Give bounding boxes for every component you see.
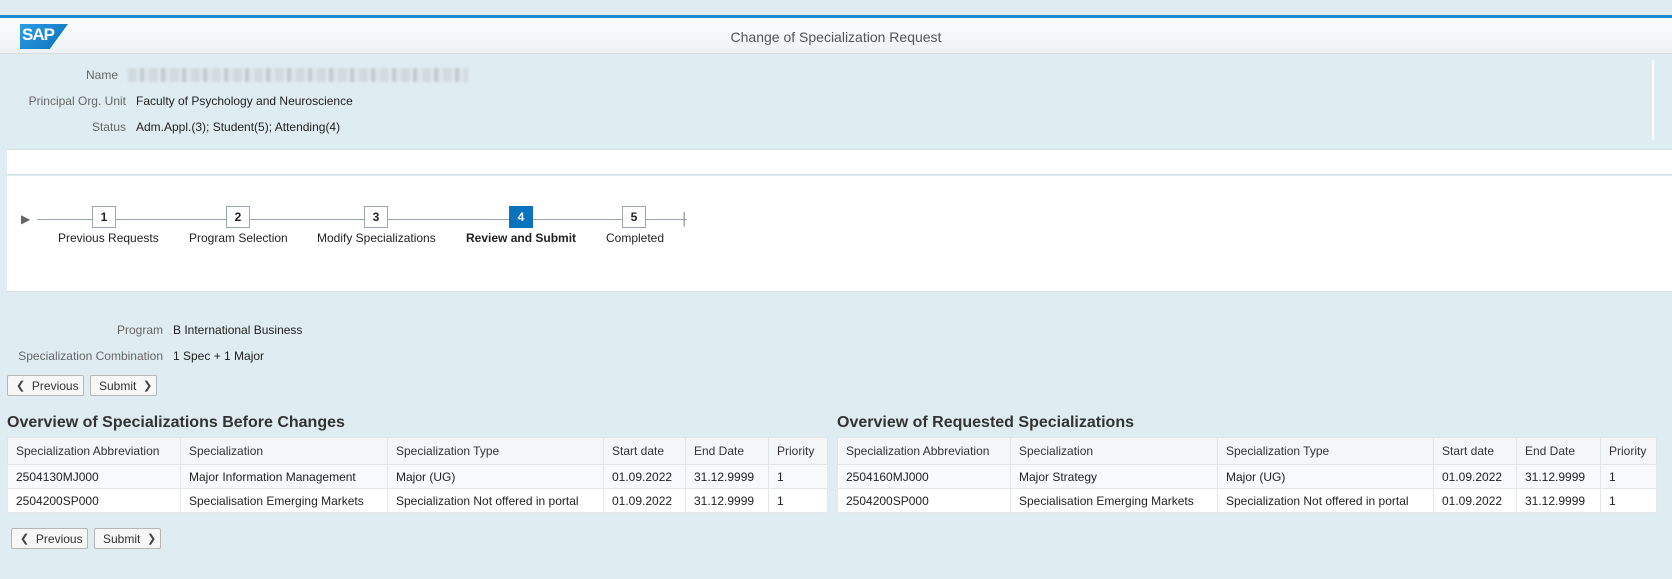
- column-header-specialization[interactable]: Specialization: [1010, 437, 1218, 465]
- spacer-strip: [7, 149, 1672, 175]
- submit-button-bottom[interactable]: Submit ❯: [94, 528, 161, 549]
- roadmap-start-icon: ▶: [21, 212, 31, 226]
- column-header-type[interactable]: Specialization Type: [1217, 437, 1434, 465]
- cell-end-date: 31.12.9999: [685, 488, 769, 513]
- combination-row: Specialization Combination 1 Spec + 1 Ma…: [0, 346, 264, 366]
- cell-start-date: 01.09.2022: [603, 488, 686, 513]
- chevron-left-icon: ❮: [20, 533, 30, 545]
- cell-end-date: 31.12.9999: [1516, 488, 1601, 513]
- roadmap-end-icon: │: [681, 212, 689, 226]
- status-value: Adm.Appl.(3); Student(5); Attending(4): [136, 120, 341, 134]
- cell-specialization: Specialisation Emerging Markets: [1010, 488, 1218, 513]
- page-title: Change of Specialization Request: [730, 29, 942, 45]
- cell-type: Specialization Not offered in portal: [1217, 488, 1434, 513]
- combination-value: 1 Spec + 1 Major: [173, 349, 265, 363]
- cell-type: Specialization Not offered in portal: [387, 488, 604, 513]
- name-label: Name: [85, 68, 118, 82]
- column-header-type[interactable]: Specialization Type: [387, 437, 604, 465]
- column-header-specialization[interactable]: Specialization: [180, 437, 388, 465]
- column-header-priority[interactable]: Priority: [1600, 437, 1657, 465]
- roadmap-step-4-label[interactable]: Review and Submit: [466, 231, 576, 245]
- requested-specializations-title: Overview of Requested Specializations: [837, 414, 1134, 431]
- cell-end-date: 31.12.9999: [1516, 464, 1601, 489]
- roadmap-step-1-label[interactable]: Previous Requests: [58, 231, 159, 245]
- column-header-start-date[interactable]: Start date: [1433, 437, 1517, 465]
- chevron-left-icon: ❮: [16, 380, 26, 392]
- requested-specializations-table: Specialization Abbreviation Specializati…: [837, 437, 1657, 513]
- name-row: Name: [0, 65, 468, 85]
- previous-button-label: Previous: [35, 531, 83, 546]
- cell-specialization: Major Information Management: [180, 464, 388, 489]
- chevron-right-icon: ❯: [143, 380, 153, 392]
- cell-priority: 1: [1600, 464, 1657, 489]
- app-header: SAP Change of Specialization Request: [0, 18, 1672, 54]
- column-header-abbreviation[interactable]: Specialization Abbreviation: [7, 437, 181, 465]
- column-header-abbreviation[interactable]: Specialization Abbreviation: [837, 437, 1011, 465]
- previous-button-label: Previous: [31, 378, 79, 393]
- status-label: Status: [91, 120, 126, 134]
- previous-button-bottom[interactable]: ❮ Previous: [11, 528, 88, 549]
- submit-button[interactable]: Submit ❯: [90, 375, 157, 396]
- cell-end-date: 31.12.9999: [685, 464, 769, 489]
- previous-button[interactable]: ❮ Previous: [7, 375, 84, 396]
- cell-abbreviation: 2504200SP000: [7, 488, 181, 513]
- roadmap-line: [37, 219, 687, 220]
- submit-button-label: Submit: [103, 531, 141, 546]
- cell-abbreviation: 2504200SP000: [837, 488, 1011, 513]
- roadmap-step-1[interactable]: 1: [92, 206, 116, 228]
- column-header-end-date[interactable]: End Date: [685, 437, 769, 465]
- name-value-redacted: [128, 68, 468, 82]
- chevron-right-icon: ❯: [147, 533, 157, 545]
- cell-specialization: Major Strategy: [1010, 464, 1218, 489]
- table-row[interactable]: 2504200SP000 Specialisation Emerging Mar…: [837, 488, 1657, 513]
- cell-specialization: Specialisation Emerging Markets: [180, 488, 388, 513]
- before-changes-table: Specialization Abbreviation Specializati…: [7, 437, 828, 513]
- table-row[interactable]: 2504160MJ000 Major Strategy Major (UG) 0…: [837, 464, 1657, 489]
- program-label: Program: [116, 323, 163, 337]
- roadmap-step-2-label[interactable]: Program Selection: [189, 231, 288, 245]
- table-header-row: Specialization Abbreviation Specializati…: [7, 437, 828, 465]
- cell-start-date: 01.09.2022: [1433, 464, 1517, 489]
- status-row: Status Adm.Appl.(3); Student(5); Attendi…: [0, 117, 340, 137]
- roadmap-step-3-label[interactable]: Modify Specializations: [317, 231, 436, 245]
- column-header-priority[interactable]: Priority: [768, 437, 828, 465]
- cell-type: Major (UG): [387, 464, 604, 489]
- roadmap-step-5[interactable]: 5: [622, 206, 646, 228]
- table-header-row: Specialization Abbreviation Specializati…: [837, 437, 1657, 465]
- program-row: Program B International Business: [0, 320, 302, 340]
- cell-start-date: 01.09.2022: [1433, 488, 1517, 513]
- column-header-start-date[interactable]: Start date: [603, 437, 686, 465]
- combination-label: Specialization Combination: [18, 349, 163, 363]
- submit-button-label: Submit: [99, 378, 137, 393]
- cell-priority: 1: [768, 464, 828, 489]
- scrollbar[interactable]: [1652, 60, 1654, 140]
- roadmap-step-4[interactable]: 4: [509, 206, 533, 228]
- program-value: B International Business: [173, 323, 303, 337]
- cell-abbreviation: 2504130MJ000: [7, 464, 181, 489]
- roadmap-step-5-label[interactable]: Completed: [606, 231, 664, 245]
- table-row[interactable]: 2504200SP000 Specialisation Emerging Mar…: [7, 488, 828, 513]
- cell-priority: 1: [768, 488, 828, 513]
- cell-type: Major (UG): [1217, 464, 1434, 489]
- org-unit-label: Principal Org. Unit: [28, 94, 126, 108]
- cell-priority: 1: [1600, 488, 1657, 513]
- roadmap-step-2[interactable]: 2: [226, 206, 250, 228]
- org-unit-value: Faculty of Psychology and Neuroscience: [136, 94, 353, 108]
- cell-abbreviation: 2504160MJ000: [837, 464, 1011, 489]
- cell-start-date: 01.09.2022: [603, 464, 686, 489]
- before-changes-title: Overview of Specializations Before Chang…: [7, 414, 345, 431]
- table-row[interactable]: 2504130MJ000 Major Information Managemen…: [7, 464, 828, 489]
- roadmap-step-3[interactable]: 3: [364, 206, 388, 228]
- column-header-end-date[interactable]: End Date: [1516, 437, 1601, 465]
- org-unit-row: Principal Org. Unit Faculty of Psycholog…: [0, 91, 353, 111]
